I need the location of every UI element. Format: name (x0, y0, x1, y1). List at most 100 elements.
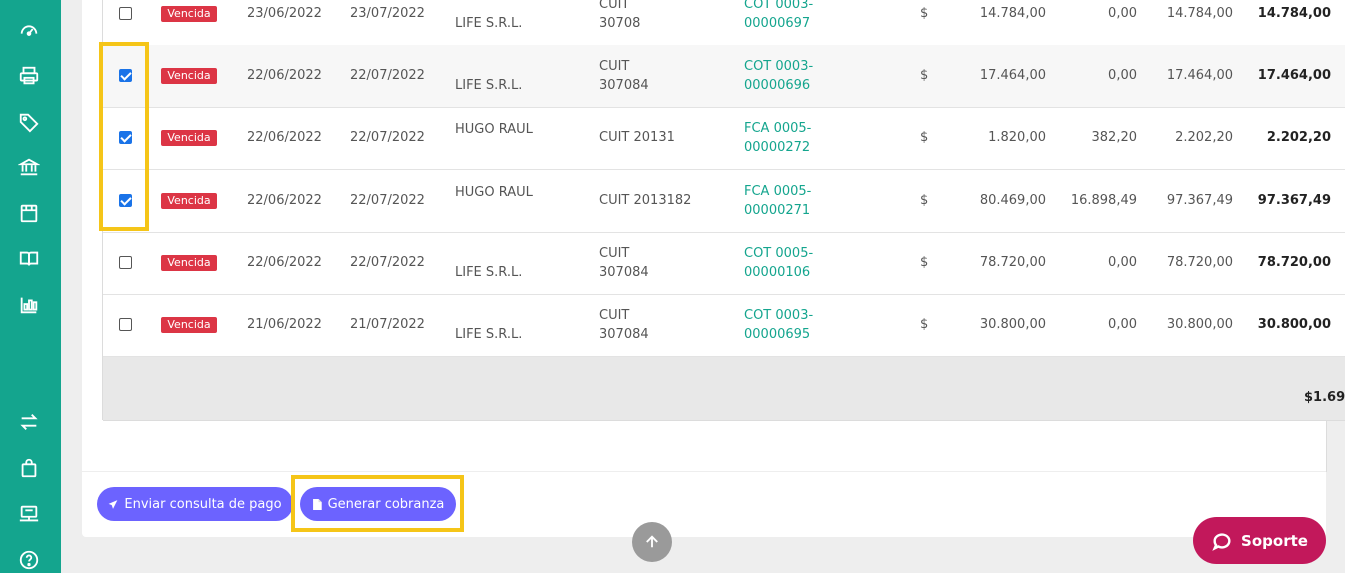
bank-icon[interactable] (16, 154, 42, 180)
document-number-link[interactable]: 00000271 (744, 201, 810, 220)
due-date: 22/07/2022 (350, 255, 425, 270)
scroll-top-button[interactable] (632, 522, 672, 562)
send-icon (109, 499, 118, 509)
document-link[interactable]: COT 0005- (744, 244, 813, 263)
currency: $ (920, 255, 929, 270)
dashboard-icon[interactable] (16, 17, 42, 43)
sidebar (0, 0, 61, 573)
total-amount: 2.202,20 (1175, 130, 1233, 145)
due-date: 22/07/2022 (350, 68, 425, 83)
tax-id: CUIT (599, 246, 630, 261)
tax-id: CUIT (599, 308, 630, 323)
tax-amount: 0,00 (1108, 317, 1137, 332)
due-date: 21/07/2022 (350, 317, 425, 332)
grand-total: $1.693 (1304, 390, 1345, 405)
issue-date: 23/06/2022 (247, 6, 322, 21)
client-name: LIFE S.R.L. (455, 78, 523, 93)
net-amount: 14.784,00 (979, 6, 1046, 21)
generate-collection-label: Generar cobranza (327, 496, 445, 512)
arrow-up-icon (646, 535, 658, 548)
send-payment-query-button[interactable]: Enviar consulta de pago (97, 487, 293, 521)
row-checkbox[interactable] (119, 131, 132, 144)
currency: $ (920, 193, 929, 208)
status-badge: Vencida (161, 68, 217, 84)
printer-icon[interactable] (16, 63, 42, 89)
total-amount: 30.800,00 (1166, 317, 1233, 332)
chat-bubble-icon (1212, 532, 1231, 551)
currency: $ (920, 6, 929, 21)
due-date: 23/07/2022 (350, 6, 425, 21)
total-amount: 14.784,00 (1166, 6, 1233, 21)
table-row: Vencida 23/06/2022 23/07/2022 LIFE S.R.L. CU… (103, 0, 1345, 46)
table-row: Vencida 22/06/2022 22/07/2022 LIFE S.R.L. CU… (103, 232, 1345, 295)
tax-id-number: 30708 (599, 16, 641, 31)
issue-date: 22/06/2022 (247, 255, 322, 270)
row-checkbox[interactable] (119, 7, 132, 20)
total-amount: 78.720,00 (1166, 255, 1233, 270)
table-row: Vencida 22/06/2022 22/07/2022 HUGO RAUL CUIT… (103, 170, 1345, 233)
total-amount: 17.464,00 (1166, 68, 1233, 83)
net-amount: 1.820,00 (988, 130, 1046, 145)
table-right-border (1326, 420, 1327, 472)
document-number-link[interactable]: 00000695 (744, 325, 810, 344)
client-name: LIFE S.R.L. (455, 327, 523, 342)
client-name: LIFE S.R.L. (455, 16, 523, 31)
send-payment-query-label: Enviar consulta de pago (124, 496, 282, 512)
document-number-link[interactable]: 00000697 (744, 14, 810, 33)
due-date: 22/07/2022 (350, 130, 425, 145)
help-icon[interactable] (16, 547, 42, 573)
tax-id: CUIT 20131 (599, 130, 675, 145)
tax-id-number: 307084 (599, 327, 649, 342)
document-link[interactable]: COT 0003- (744, 57, 813, 76)
status-badge: Vencida (161, 317, 217, 333)
table-row: Vencida 22/06/2022 22/07/2022 LIFE S.R.L. CU… (103, 45, 1345, 108)
document-link[interactable]: FCA 0005- (744, 182, 811, 201)
table-row: Vencida 21/06/2022 21/07/2022 LIFE S.R.L. CU… (103, 294, 1345, 357)
net-amount: 17.464,00 (979, 68, 1046, 83)
status-badge: Vencida (161, 255, 217, 271)
balance-amount: 97.367,49 (1257, 193, 1331, 208)
tax-amount: 0,00 (1108, 6, 1137, 21)
row-checkbox[interactable] (119, 69, 132, 82)
tax-amount: 382,20 (1091, 130, 1138, 145)
tax-id-number: 307084 (599, 78, 649, 93)
tag-icon[interactable] (16, 109, 42, 135)
document-number-link[interactable]: 00000696 (744, 76, 810, 95)
issue-date: 21/06/2022 (247, 317, 322, 332)
client-name: HUGO RAUL (455, 122, 533, 137)
calendar-icon[interactable] (16, 200, 42, 226)
generate-collection-button[interactable]: Generar cobranza (300, 487, 456, 521)
tax-id: CUIT (599, 0, 630, 12)
balance-amount: 78.720,00 (1257, 255, 1331, 270)
net-amount: 30.800,00 (979, 317, 1046, 332)
tax-amount: 0,00 (1108, 68, 1137, 83)
total-amount: 97.367,49 (1166, 193, 1233, 208)
status-badge: Vencida (161, 130, 217, 146)
tax-id: CUIT 2013182 (599, 193, 692, 208)
document-number-link[interactable]: 00000272 (744, 138, 810, 157)
support-button[interactable]: Soporte (1193, 517, 1326, 564)
status-badge: Vencida (161, 6, 217, 22)
book-icon[interactable] (16, 246, 42, 272)
document-link[interactable]: COT 0003- (744, 306, 813, 325)
table-row: Vencida 22/06/2022 22/07/2022 HUGO RAUL CUIT… (103, 107, 1345, 170)
bar-chart-icon[interactable] (16, 292, 42, 318)
issue-date: 22/06/2022 (247, 193, 322, 208)
transfer-icon[interactable] (16, 409, 42, 435)
document-link[interactable]: COT 0003- (744, 0, 813, 14)
cash-register-icon[interactable] (16, 501, 42, 527)
balance-amount: 14.784,00 (1257, 6, 1331, 21)
document-number-link[interactable]: 00000106 (744, 263, 810, 282)
issue-date: 22/06/2022 (247, 130, 322, 145)
net-amount: 80.469,00 (979, 193, 1046, 208)
due-date: 22/07/2022 (350, 193, 425, 208)
row-checkbox[interactable] (119, 194, 132, 207)
document-link[interactable]: FCA 0005- (744, 119, 811, 138)
shopping-bag-icon[interactable] (16, 455, 42, 481)
row-checkbox[interactable] (119, 318, 132, 331)
document-icon (312, 498, 322, 510)
tax-amount: 0,00 (1108, 255, 1137, 270)
issue-date: 22/06/2022 (247, 68, 322, 83)
status-badge: Vencida (161, 193, 217, 209)
row-checkbox[interactable] (119, 256, 132, 269)
